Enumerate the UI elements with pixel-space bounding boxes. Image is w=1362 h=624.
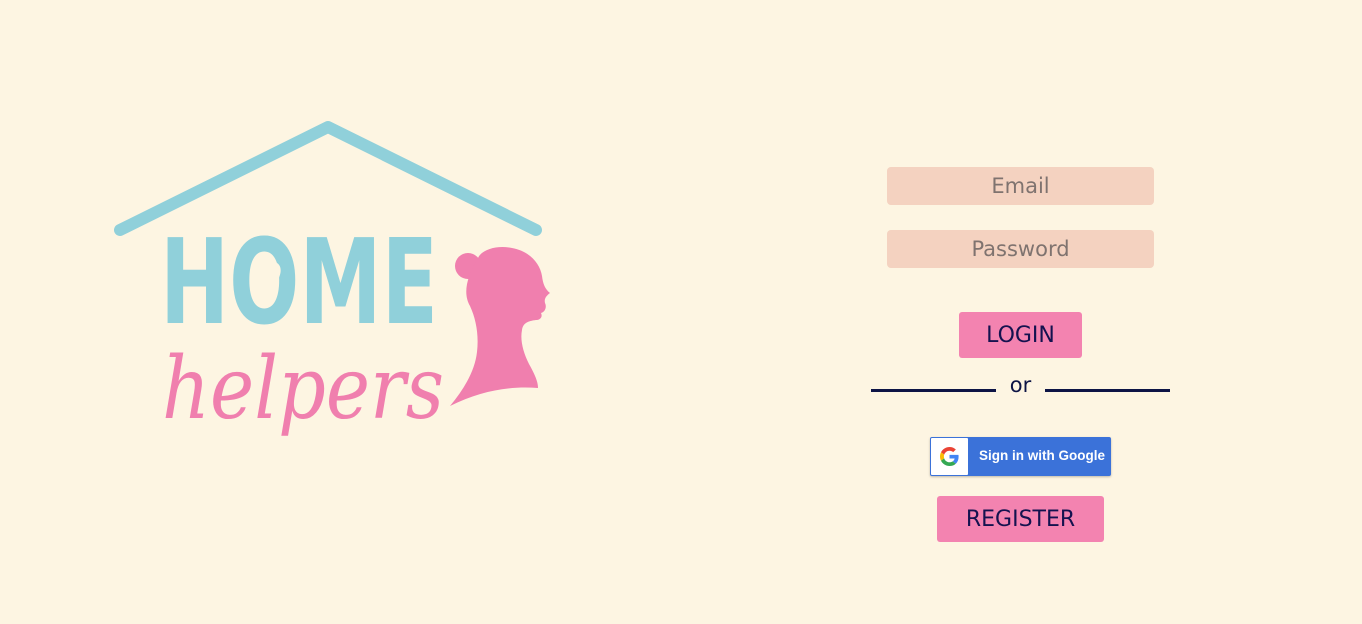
- or-divider: or: [871, 372, 1170, 400]
- password-input[interactable]: [887, 230, 1154, 268]
- divider-line-left: [871, 389, 996, 392]
- divider-or-text: or: [1009, 373, 1032, 397]
- logo-helpers-text: helpers: [162, 339, 444, 439]
- login-panel: LOGIN or Sign in with Google REGISTER: [860, 160, 1180, 560]
- login-button[interactable]: LOGIN: [959, 312, 1082, 358]
- google-g-icon: [940, 447, 959, 466]
- divider-line-right: [1045, 389, 1170, 392]
- google-sign-in-label: Sign in with Google: [979, 448, 1105, 463]
- home-helpers-logo: HOME helpers: [110, 118, 560, 474]
- email-input[interactable]: [887, 167, 1154, 205]
- register-button[interactable]: REGISTER: [937, 496, 1104, 542]
- google-icon-box: [931, 438, 968, 475]
- logo-home-text: HOME: [160, 213, 438, 351]
- woman-silhouette-icon: [450, 247, 550, 406]
- google-sign-in-button[interactable]: Sign in with Google: [930, 437, 1111, 476]
